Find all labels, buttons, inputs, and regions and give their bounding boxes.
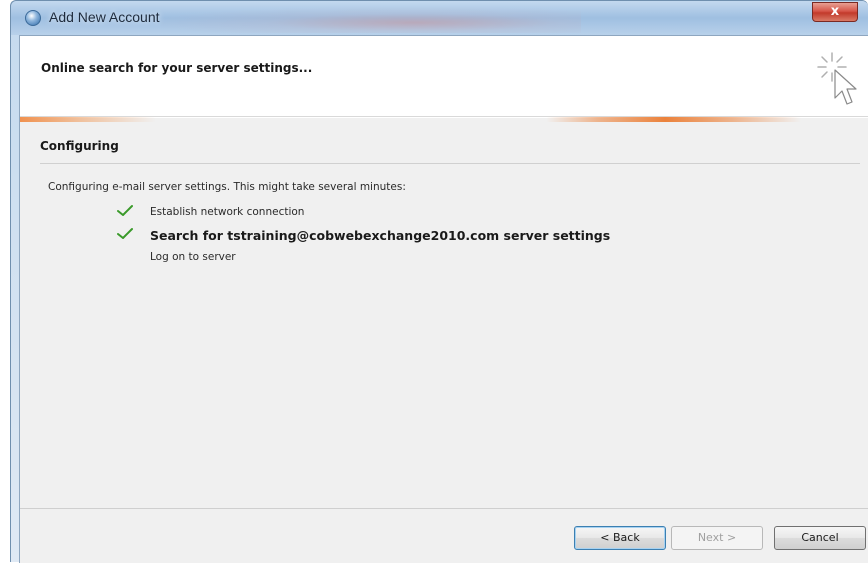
title-bar[interactable]: Add New Account x <box>11 1 868 35</box>
searching-cursor-icon <box>817 52 857 105</box>
green-check-icon <box>117 228 133 239</box>
add-new-account-window: Add New Account x Online search for your… <box>10 0 868 563</box>
green-check-icon <box>117 205 133 216</box>
close-button[interactable]: x <box>812 2 858 22</box>
outlook-globe-icon <box>25 10 41 26</box>
page-title: Online search for your server settings..… <box>41 61 313 75</box>
wizard-header: Online search for your server settings..… <box>20 36 868 118</box>
cancel-button[interactable]: Cancel <box>774 526 866 550</box>
footer-divider <box>20 508 868 509</box>
wizard-content: Online search for your server settings..… <box>19 35 868 563</box>
title-bar-glow <box>161 7 581 33</box>
next-button[interactable]: Next > <box>671 526 763 550</box>
back-button[interactable]: < Back <box>574 526 666 550</box>
step-search-server-settings: Search for tstraining@cobwebexchange2010… <box>150 228 611 243</box>
section-title: Configuring <box>40 139 119 153</box>
header-accent-divider <box>20 116 868 122</box>
configuring-intro-text: Configuring e-mail server settings. This… <box>48 181 406 193</box>
section-divider <box>40 163 860 164</box>
window-title: Add New Account <box>49 9 160 25</box>
step-establish-network-connection: Establish network connection <box>150 206 305 218</box>
step-log-on-to-server: Log on to server <box>150 251 236 263</box>
